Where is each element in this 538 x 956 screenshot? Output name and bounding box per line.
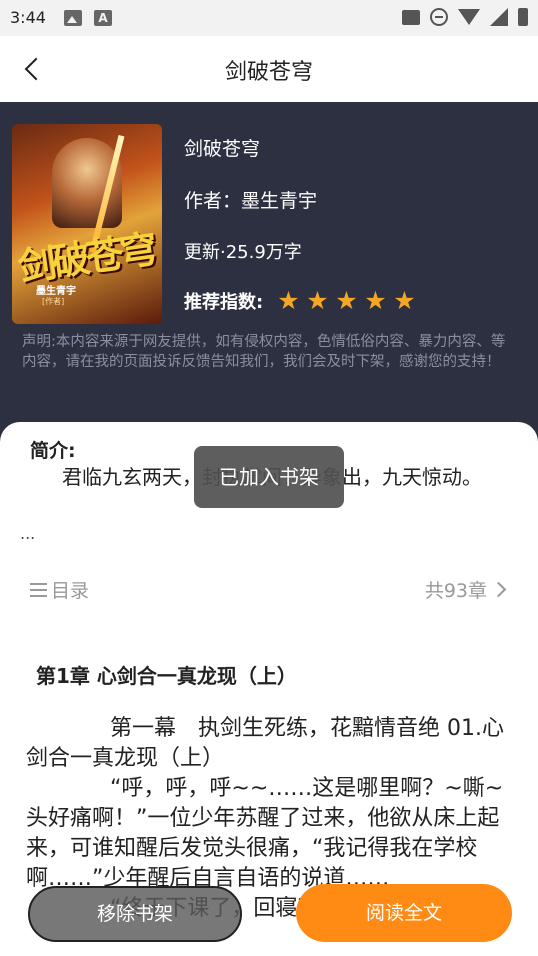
star-icon: ★: [364, 286, 387, 315]
cover-tag-text: [作者]: [42, 297, 65, 306]
book-info-header: 剑破苍穹 墨生青宇 [作者] 剑破苍穹 作者：墨生青宇 更新·25.9万字 推荐…: [0, 102, 538, 452]
briefcase-icon: [402, 9, 420, 25]
book-detail-page: 3:44 A 剑破苍穹 剑破苍穹 墨生青宇 [作者] 剑破苍穹 作者：墨生青宇 …: [0, 0, 538, 956]
cover-title-text: 剑破苍穹: [15, 226, 157, 290]
rating-row: 推荐指数: ★ ★ ★ ★ ★: [184, 288, 417, 314]
wifi-icon: [458, 9, 480, 25]
page-title: 剑破苍穹: [224, 60, 313, 85]
remove-from-shelf-button[interactable]: 移除书架: [28, 886, 242, 942]
book-cover[interactable]: 剑破苍穹 墨生青宇 [作者]: [12, 124, 162, 324]
title-bar: 剑破苍穹: [0, 36, 538, 102]
read-full-text-button[interactable]: 阅读全文: [296, 884, 512, 942]
star-icon: ★: [277, 286, 300, 315]
status-bar: 3:44 A: [0, 0, 538, 36]
chapter-count: 共93章: [424, 580, 487, 602]
signal-icon: [490, 8, 508, 26]
toc-right[interactable]: 共93章: [425, 576, 508, 603]
book-word-count: 更新·25.9万字: [184, 242, 302, 263]
book-author: 作者：墨生青宇: [184, 190, 318, 212]
a-notification-icon: A: [94, 10, 112, 26]
menu-icon: [30, 582, 47, 597]
toc-label: 目录: [51, 580, 90, 602]
chapter-title: 第1章 心剑合一真龙现（上）: [36, 664, 297, 688]
do-not-disturb-icon: [430, 8, 448, 26]
image-notification-icon: [64, 10, 82, 26]
rating-stars: ★ ★ ★ ★ ★: [277, 286, 417, 315]
system-icons: [402, 8, 528, 26]
chapter-paragraph: “呼，呼，呼~~……这是哪里啊？~嘶~头好痛啊！”一位少年苏醒了过来，他欲从床上…: [26, 776, 504, 891]
chevron-right-icon: [490, 581, 507, 598]
star-icon: ★: [393, 286, 416, 315]
star-icon: ★: [335, 286, 358, 315]
notification-icons: A: [64, 10, 112, 26]
chapter-paragraph: 第一幕 执剑生死练，花黯情音绝 01.心剑合一真龙现（上）: [26, 716, 504, 771]
rating-label: 推荐指数:: [184, 292, 264, 313]
intro-label: 简介:: [30, 440, 76, 462]
status-time: 3:44: [10, 8, 46, 27]
battery-icon: [518, 8, 528, 26]
toc-left: 目录: [30, 576, 89, 603]
star-icon: ★: [306, 286, 329, 315]
book-name: 剑破苍穹: [184, 138, 261, 160]
table-of-contents-row[interactable]: 目录 共93章: [30, 576, 508, 606]
toast-message: 已加入书架: [194, 446, 344, 508]
disclaimer-text: 声明:本内容来源于网友提供，如有侵权内容，色情低俗内容、暴力内容、等内容，请在我…: [22, 334, 506, 370]
intro-ellipsis: ...: [20, 524, 36, 543]
cover-author-text: 墨生青宇: [36, 286, 76, 297]
